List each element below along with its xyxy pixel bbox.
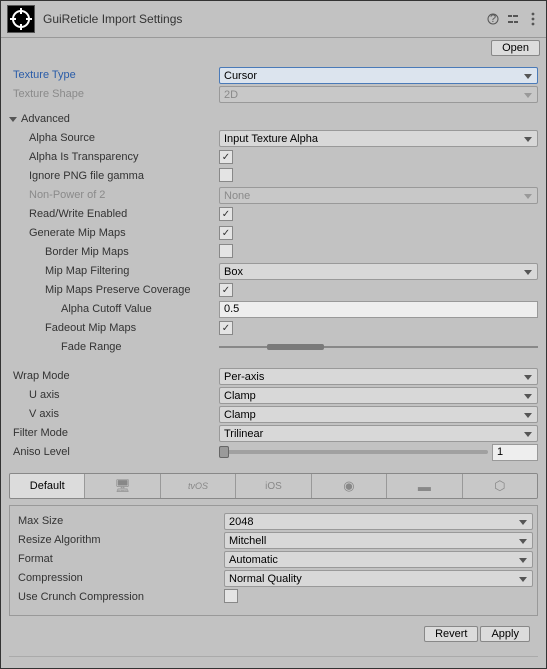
apply-button[interactable]: Apply <box>480 626 530 642</box>
aniso-level-slider[interactable] <box>219 450 488 454</box>
svg-text:?: ? <box>490 13 496 25</box>
lumin-icon: ◉ <box>343 478 354 494</box>
menu-icon[interactable] <box>526 12 540 26</box>
format-select[interactable]: Automatic <box>224 551 533 568</box>
alpha-cutoff-label: Alpha Cutoff Value <box>9 303 219 315</box>
compression-select[interactable]: Normal Quality <box>224 570 533 587</box>
generate-mipmaps-label: Generate Mip Maps <box>9 227 219 239</box>
fade-range-label: Fade Range <box>9 341 219 353</box>
format-label: Format <box>14 553 224 565</box>
presets-icon[interactable] <box>506 12 520 26</box>
tab-webgl[interactable]: ⬡ <box>463 474 537 498</box>
wrap-mode-label: Wrap Mode <box>9 370 219 382</box>
max-size-label: Max Size <box>14 515 224 527</box>
header-title: GuiReticle Import Settings <box>43 12 486 26</box>
tab-default[interactable]: Default <box>10 474 85 498</box>
mipmaps-preserve-coverage-label: Mip Maps Preserve Coverage <box>9 284 219 296</box>
alpha-is-transparency-checkbox[interactable] <box>219 150 233 164</box>
mipmap-filtering-label: Mip Map Filtering <box>9 265 219 277</box>
alpha-source-label: Alpha Source <box>9 132 219 144</box>
border-mipmaps-label: Border Mip Maps <box>9 246 219 258</box>
alpha-source-select[interactable]: Input Texture Alpha <box>219 130 538 147</box>
mipmap-filtering-select[interactable]: Box <box>219 263 538 280</box>
read-write-checkbox[interactable] <box>219 207 233 221</box>
filter-mode-select[interactable]: Trilinear <box>219 425 538 442</box>
alpha-is-transparency-label: Alpha Is Transparency <box>9 151 219 163</box>
revert-button[interactable]: Revert <box>424 626 478 642</box>
use-crunch-label: Use Crunch Compression <box>14 591 224 603</box>
texture-type-select[interactable]: Cursor <box>219 67 538 84</box>
asset-icon <box>7 5 35 33</box>
border-mipmaps-checkbox[interactable] <box>219 244 233 258</box>
texture-shape-label: Texture Shape <box>9 88 219 100</box>
mipmaps-preserve-coverage-checkbox[interactable] <box>219 283 233 297</box>
ios-icon: iOS <box>265 481 282 492</box>
v-axis-select[interactable]: Clamp <box>219 406 538 423</box>
texture-type-label: Texture Type <box>9 69 219 81</box>
alpha-cutoff-field[interactable] <box>219 301 538 318</box>
ignore-png-gamma-label: Ignore PNG file gamma <box>9 170 219 182</box>
monitor-icon: 🖥 <box>114 478 131 494</box>
wrap-mode-select[interactable]: Per-axis <box>219 368 538 385</box>
open-button[interactable]: Open <box>491 40 540 56</box>
aniso-level-label: Aniso Level <box>9 446 219 458</box>
max-size-select[interactable]: 2048 <box>224 513 533 530</box>
platform-tabs: Default 🖥 tvOS iOS ◉ ▬ ⬡ <box>9 473 538 499</box>
filter-mode-label: Filter Mode <box>9 427 219 439</box>
tab-lumin[interactable]: ◉ <box>312 474 387 498</box>
u-axis-label: U axis <box>9 389 219 401</box>
generate-mipmaps-checkbox[interactable] <box>219 226 233 240</box>
aniso-level-field[interactable] <box>492 444 538 461</box>
texture-shape-select: 2D <box>219 86 538 103</box>
u-axis-select[interactable]: Clamp <box>219 387 538 404</box>
android-icon: ▬ <box>418 479 431 494</box>
non-power-of-2-select: None <box>219 187 538 204</box>
fadeout-mipmaps-checkbox[interactable] <box>219 321 233 335</box>
tvos-icon: tvOS <box>188 481 208 491</box>
advanced-foldout[interactable]: Advanced <box>9 113 538 125</box>
resize-algorithm-select[interactable]: Mitchell <box>224 532 533 549</box>
webgl-icon: ⬡ <box>494 478 505 494</box>
help-icon[interactable]: ? <box>486 12 500 26</box>
tab-android[interactable]: ▬ <box>387 474 462 498</box>
tab-ios[interactable]: iOS <box>236 474 311 498</box>
fadeout-mipmaps-label: Fadeout Mip Maps <box>9 322 219 334</box>
resize-algorithm-label: Resize Algorithm <box>14 534 224 546</box>
ignore-png-gamma-checkbox[interactable] <box>219 168 233 182</box>
use-crunch-checkbox[interactable] <box>224 589 238 603</box>
non-power-of-2-label: Non-Power of 2 <box>9 189 219 201</box>
tab-standalone[interactable]: 🖥 <box>85 474 160 498</box>
tab-tvos[interactable]: tvOS <box>161 474 236 498</box>
chevron-down-icon <box>9 117 17 122</box>
v-axis-label: V axis <box>9 408 219 420</box>
compression-label: Compression <box>14 572 224 584</box>
fade-range-slider[interactable] <box>219 340 538 354</box>
read-write-label: Read/Write Enabled <box>9 208 219 220</box>
